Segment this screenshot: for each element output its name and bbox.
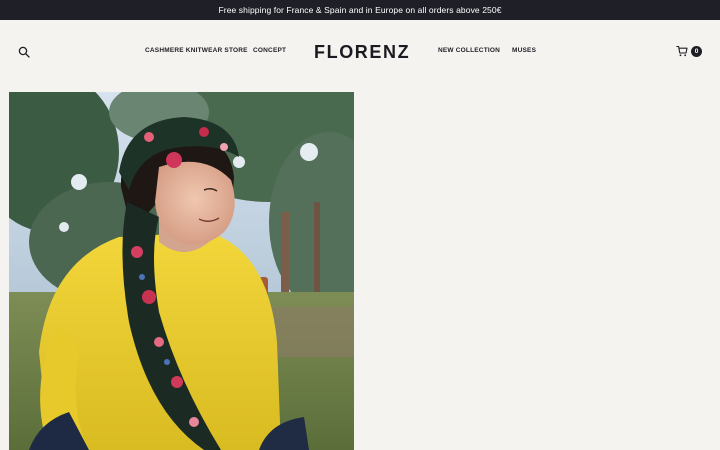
cart-count-badge: 0 bbox=[691, 45, 702, 57]
site-logo[interactable]: FLORENZ bbox=[314, 40, 409, 64]
nav-cashmere-knitwear-store[interactable]: CASHMERE KNITWEAR STORE bbox=[145, 47, 248, 54]
nav-concept[interactable]: CONCEPT bbox=[253, 47, 286, 54]
cart-button[interactable]: 0 bbox=[676, 45, 702, 57]
announcement-bar: Free shipping for France & Spain and in … bbox=[0, 0, 720, 20]
site-header: CASHMERE KNITWEAR STORE CONCEPT FLORENZ … bbox=[0, 20, 720, 84]
search-icon bbox=[18, 46, 30, 58]
nav-new-collection[interactable]: NEW COLLECTION bbox=[438, 47, 500, 54]
cart-icon bbox=[676, 45, 688, 57]
nav-muses[interactable]: MUSES bbox=[512, 47, 536, 54]
hero-image bbox=[9, 92, 354, 450]
announcement-text: Free shipping for France & Spain and in … bbox=[218, 5, 502, 15]
search-button[interactable] bbox=[18, 45, 32, 59]
hero-photo-illustration bbox=[9, 92, 354, 450]
